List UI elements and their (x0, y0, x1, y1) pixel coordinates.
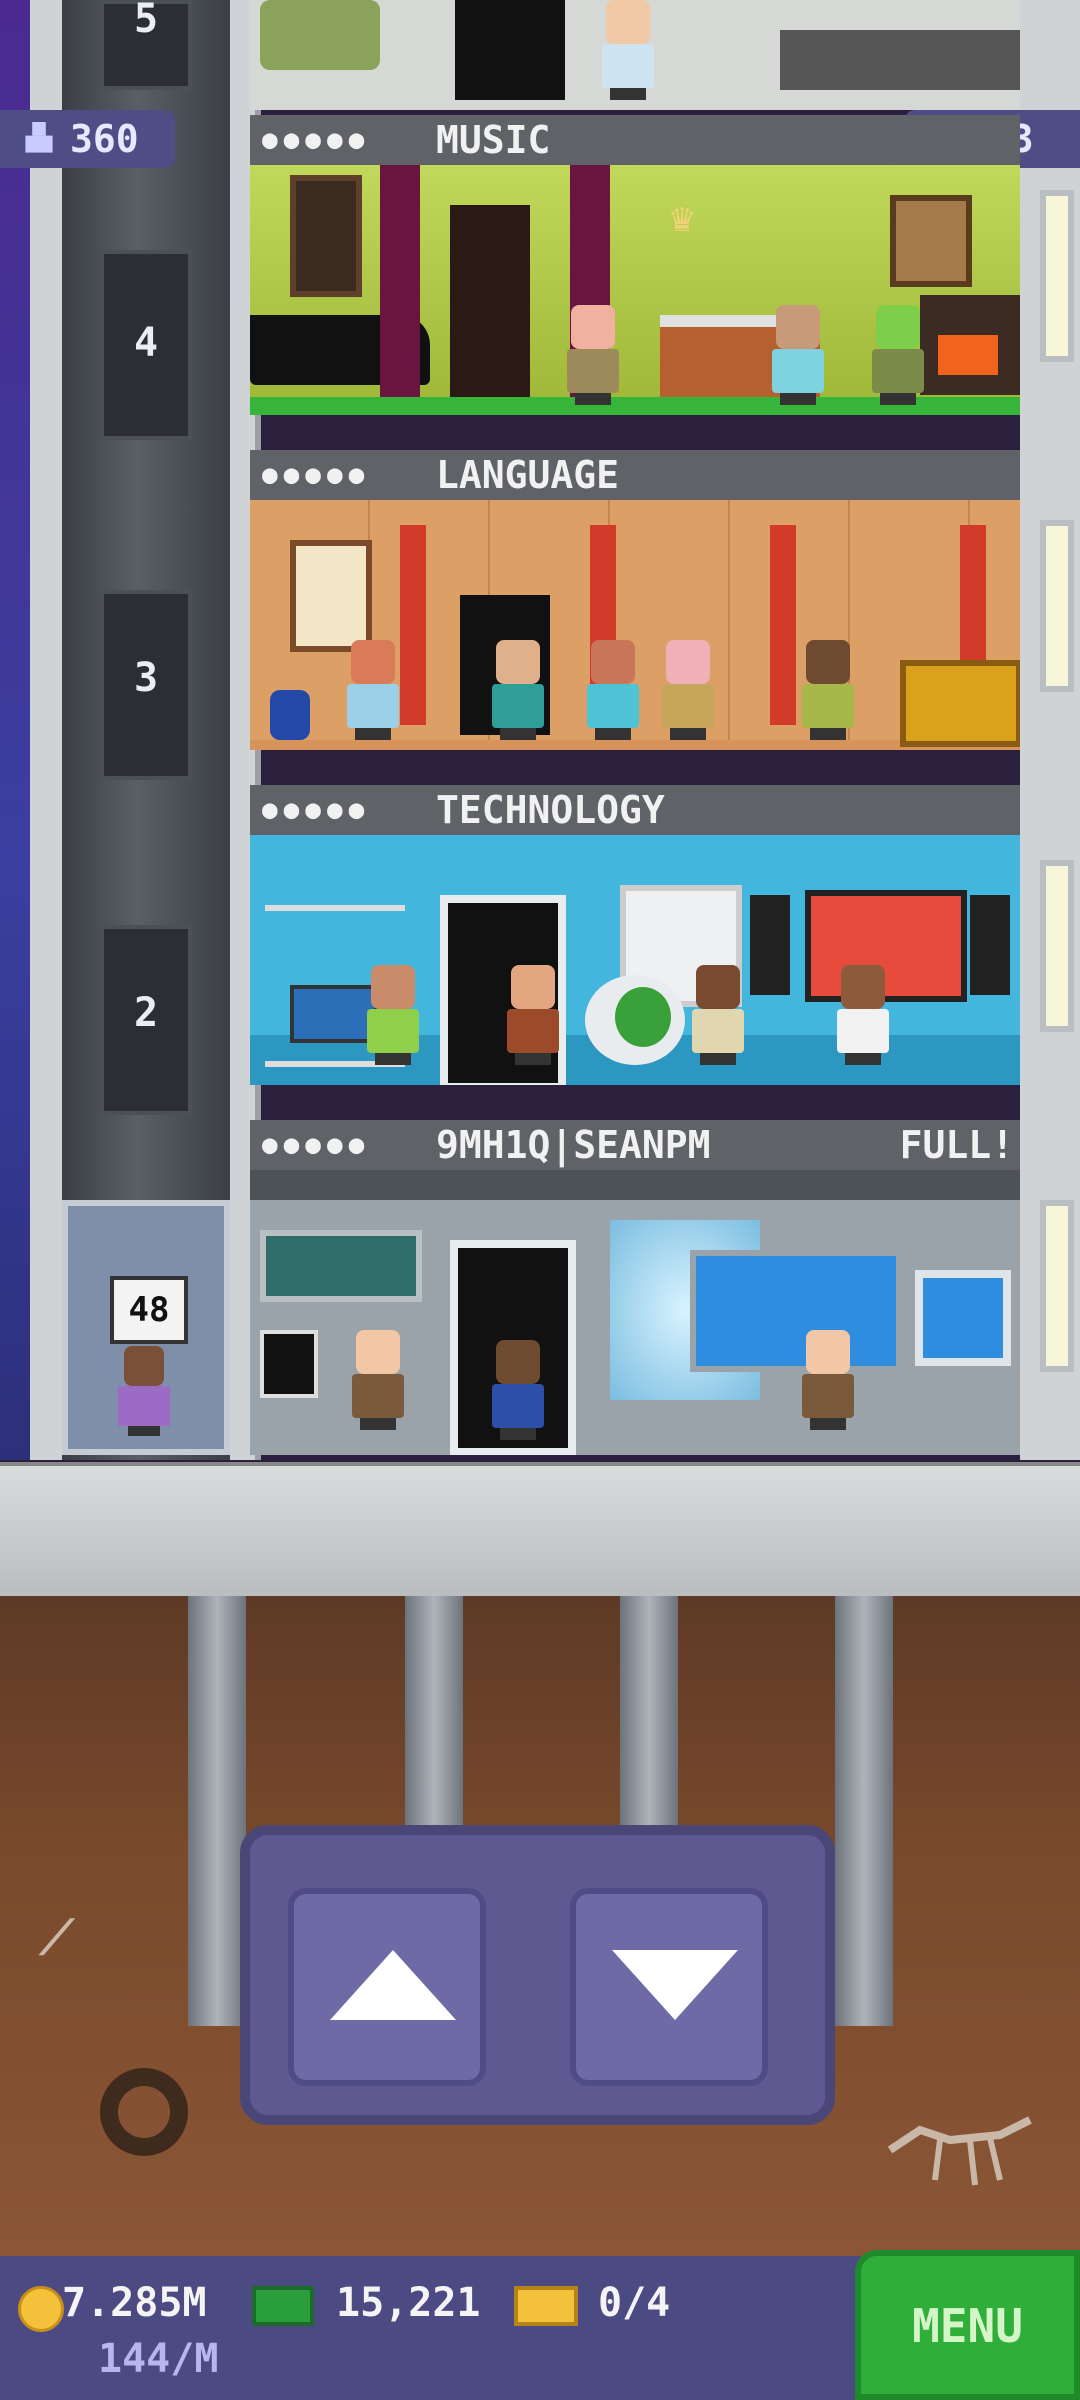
armchair (260, 0, 380, 70)
resident[interactable] (770, 305, 826, 405)
floor-name: LANGUAGE (436, 453, 620, 497)
technology-room[interactable] (250, 835, 1020, 1085)
fireplace (920, 295, 1020, 395)
floor-name: TECHNOLOGY (436, 788, 665, 832)
shaft-floor-number-3: 3 (133, 655, 159, 701)
monitor (915, 1270, 1011, 1366)
shaft-floor-number-5: 5 (133, 0, 159, 42)
shaft-floor-number-4: 4 (133, 320, 159, 366)
monitor (260, 1330, 318, 1398)
elevator-rider[interactable] (118, 1346, 170, 1436)
population-count: 360 (70, 117, 139, 161)
resident[interactable] (690, 965, 746, 1065)
floor-5-partial (250, 0, 1020, 110)
coin-income-rate: 144/M (98, 2336, 219, 2382)
building-window (1040, 1200, 1074, 1372)
golden-chest (900, 660, 1020, 747)
menu-button[interactable]: MENU (855, 2250, 1080, 2400)
floor-doorway (450, 205, 530, 405)
floor-header: ●●●●● TECHNOLOGY (250, 785, 1020, 835)
resident[interactable] (585, 640, 641, 740)
resident[interactable] (800, 1330, 856, 1430)
resident[interactable] (505, 965, 561, 1065)
floor-doorway (455, 0, 565, 100)
column (400, 525, 426, 725)
resident[interactable] (350, 1330, 406, 1430)
floor-office[interactable]: ●●●●● 9MH1Q|SEANPM FULL! (250, 1120, 1020, 1460)
building-window (1040, 520, 1074, 692)
chandelier: ♛ (670, 195, 695, 241)
support-pillar (835, 1596, 893, 2026)
coin-balance[interactable]: 7.285M (62, 2280, 207, 2326)
dinosaur-fossil (887, 2116, 1032, 2186)
resident[interactable] (660, 640, 716, 740)
resident[interactable] (490, 640, 546, 740)
building-window (1040, 860, 1074, 1032)
elevator-car[interactable]: 48 (62, 1200, 230, 1455)
resident[interactable] (800, 640, 856, 740)
ground-level-slab (0, 1462, 1080, 1600)
floor-language[interactable]: ●●●●● LANGUAGE (250, 450, 1020, 750)
resident[interactable] (345, 640, 401, 740)
elevator-capacity-display: 48 (110, 1276, 188, 1344)
tower-bux-icon (252, 2286, 314, 2326)
hieroglyph-scroll (290, 540, 372, 652)
elevator-down-button[interactable] (570, 1888, 768, 2086)
resident[interactable] (835, 965, 891, 1065)
population-badge[interactable]: 360 (0, 110, 175, 168)
floor-technology[interactable]: ●●●●● TECHNOLOGY (250, 785, 1020, 1085)
office-room[interactable] (250, 1170, 1020, 1455)
language-room[interactable] (250, 500, 1020, 750)
support-pillar (188, 1596, 246, 2026)
coin-icon (18, 2286, 64, 2332)
floor-music[interactable]: ●●●●● MUSIC ♛ (250, 115, 1020, 415)
counter (780, 30, 1020, 90)
floor-name: 9MH1Q|SEANPM (436, 1123, 711, 1167)
floor-name: MUSIC (436, 118, 551, 162)
floor-stock-dots: ●●●●● (262, 795, 371, 825)
painting (890, 195, 972, 287)
resident[interactable] (600, 0, 656, 100)
up-triangle-icon (330, 1950, 456, 2020)
vase (270, 690, 310, 740)
speaker (970, 895, 1010, 995)
music-room[interactable]: ♛ (250, 165, 1020, 415)
elevator-up-button[interactable] (288, 1888, 486, 2086)
floor-header: ●●●●● MUSIC (250, 115, 1020, 165)
resident[interactable] (870, 305, 926, 405)
column (770, 525, 796, 725)
person-icon (25, 122, 53, 153)
lab-cabinet (260, 1230, 422, 1302)
floor-stock-dots: ●●●●● (262, 1130, 371, 1160)
egg-chair (585, 975, 685, 1065)
speaker (750, 895, 790, 995)
floor-header: ●●●●● 9MH1Q|SEANPM FULL! (250, 1120, 1020, 1170)
curtain (380, 165, 420, 405)
shaft-floor-number-2: 2 (133, 990, 159, 1036)
ticket-count[interactable]: 0/4 (598, 2280, 670, 2326)
resident[interactable] (565, 305, 621, 405)
floor-stock-dots: ●●●●● (262, 460, 371, 490)
buried-tire (100, 2068, 188, 2156)
floor-status: FULL! (899, 1123, 1014, 1167)
floor-stock-dots: ●●●●● (262, 125, 371, 155)
map-screen (690, 1250, 902, 1372)
down-triangle-icon (612, 1950, 738, 2020)
resident[interactable] (365, 965, 421, 1065)
window (290, 175, 362, 297)
floor-header: ●●●●● LANGUAGE (250, 450, 1020, 500)
building-window (1040, 190, 1074, 362)
bone-icon: ⟋ (40, 1910, 74, 1966)
resident[interactable] (490, 1340, 546, 1440)
golden-ticket-icon (514, 2286, 578, 2326)
tower-bux-balance[interactable]: 15,221 (336, 2280, 481, 2326)
